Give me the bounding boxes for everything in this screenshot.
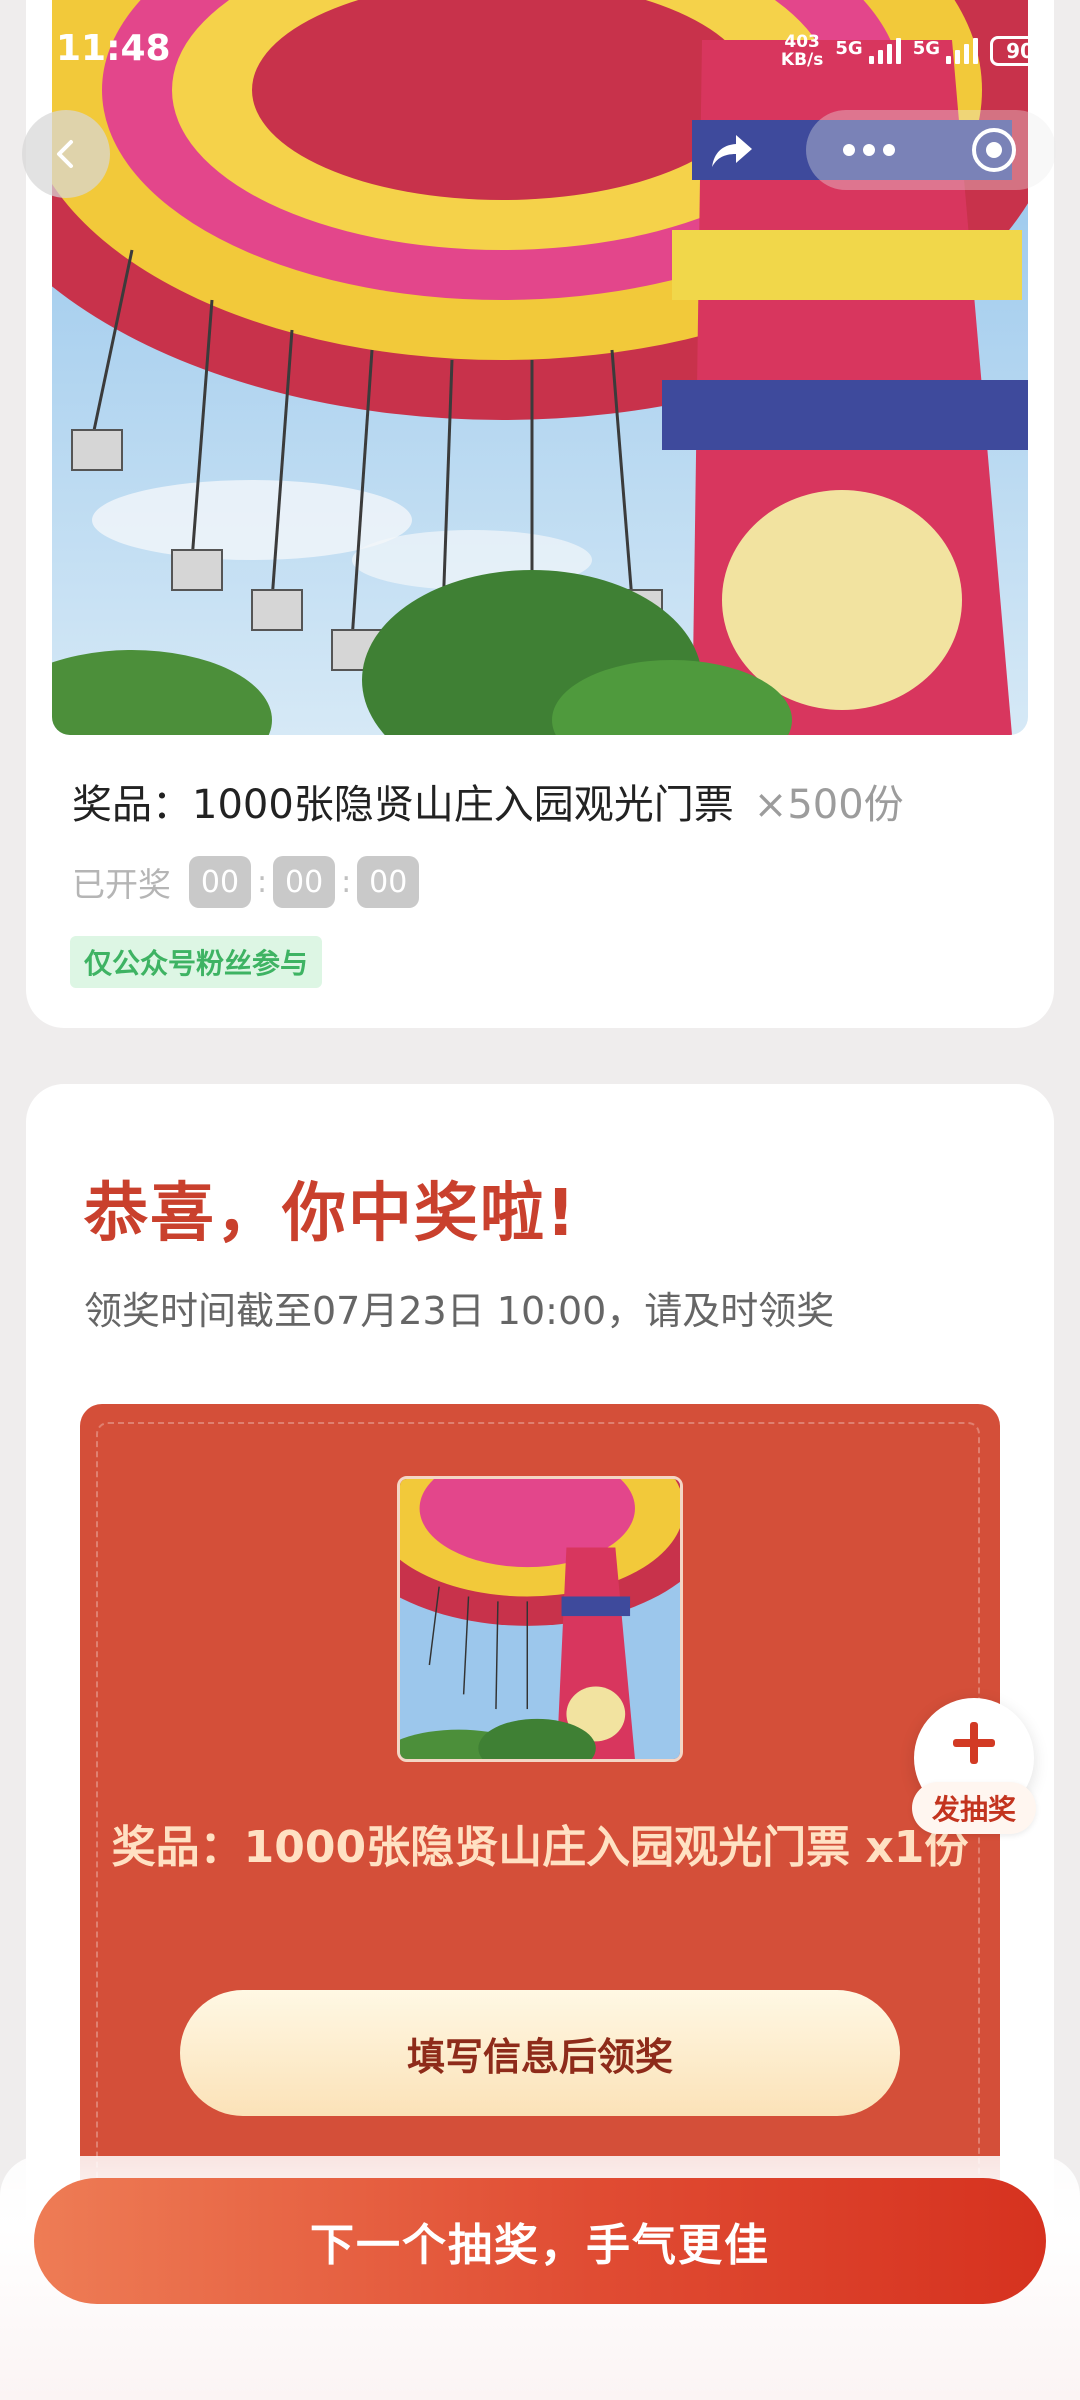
prize-quantity: ×500份 xyxy=(753,782,904,828)
phone-screen: 11:48 403 KB/s 5G 5G 90 奖品：1000张隐贤山庄入园观光… xyxy=(0,0,1080,2400)
plus-icon xyxy=(953,1722,995,1764)
countdown-hours: 00 xyxy=(189,856,251,908)
battery-level: 90 xyxy=(1006,39,1034,63)
status-bar: 11:48 403 KB/s 5G 5G 90 xyxy=(0,0,1080,92)
more-button[interactable] xyxy=(806,110,931,190)
battery-icon: 90 xyxy=(990,36,1050,66)
chevron-left-icon xyxy=(57,140,73,168)
next-lottery-button[interactable]: 下一个抽奖，手气更佳 xyxy=(34,2178,1046,2304)
congrats-title: 恭喜，你中奖啦! xyxy=(84,1177,578,1251)
prize-title-row: 奖品：1000张隐贤山庄入园观光门票 ×500份 xyxy=(72,772,904,830)
countdown-row: 已开奖 00 : 00 : 00 xyxy=(72,856,420,908)
sim2-label: 5G xyxy=(912,38,940,59)
prize-title: 奖品：1000张隐贤山庄入园观光门票 xyxy=(72,782,734,828)
status-time: 11:48 xyxy=(56,28,171,69)
signal-sim2-icon: 5G xyxy=(913,38,978,64)
countdown-separator: : xyxy=(257,864,268,900)
claim-prize-button[interactable]: 填写信息后领奖 xyxy=(180,1990,900,2116)
create-lottery-fab[interactable]: 发抽奖 xyxy=(912,1698,1036,1844)
more-dots-icon xyxy=(842,144,895,156)
won-prize-text: 奖品：1000张隐贤山庄入园观光门票 x1份 xyxy=(111,1822,969,1873)
target-circle-icon xyxy=(971,128,1016,172)
signal-sim1-icon: 5G xyxy=(835,38,901,64)
share-button[interactable] xyxy=(700,123,764,179)
countdown-minutes: 00 xyxy=(273,856,336,908)
countdown-separator: : xyxy=(341,864,352,900)
countdown-seconds: 00 xyxy=(357,856,420,908)
sim1-label: 5G xyxy=(835,38,863,59)
mini-program-capsule xyxy=(806,110,1056,190)
share-arrow-icon xyxy=(712,135,752,167)
restriction-tag: 仅公众号粉丝参与 xyxy=(70,936,323,988)
fab-label[interactable]: 发抽奖 xyxy=(912,1782,1036,1834)
claim-deadline: 领奖时间截至07月23日 10:00，请及时领奖 xyxy=(84,1289,835,1333)
draw-status-label: 已开奖 xyxy=(72,865,171,904)
network-speed-unit: KB/s xyxy=(780,50,824,70)
close-mini-program-button[interactable] xyxy=(931,110,1056,190)
prize-thumbnail xyxy=(397,1476,683,1762)
network-speed-value: 403 xyxy=(784,32,820,52)
back-button[interactable] xyxy=(22,110,110,198)
network-speed: 403 KB/s xyxy=(781,33,823,69)
status-icons: 403 KB/s 5G 5G 90 xyxy=(781,28,1050,74)
